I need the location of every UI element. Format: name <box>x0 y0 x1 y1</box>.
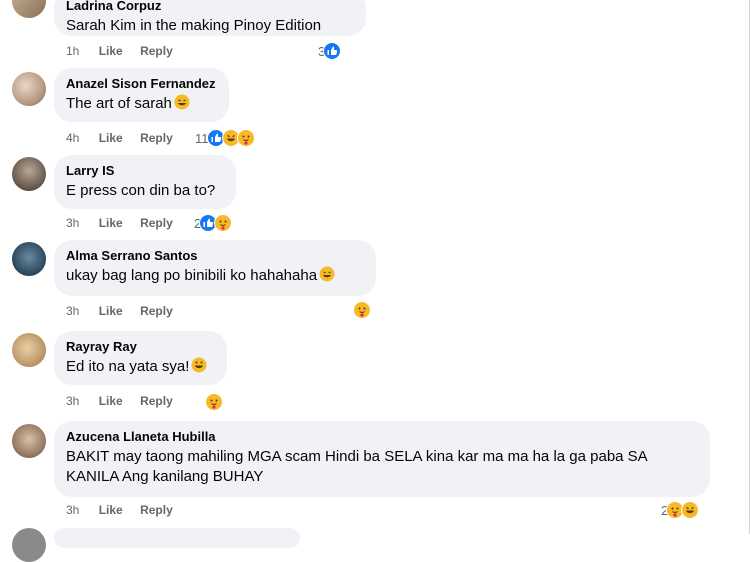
reaction-summary[interactable]: 11 <box>195 128 255 148</box>
comment-actions: 1h Like Reply <box>66 43 173 59</box>
comment-bubble: Rayray Ray Ed ito na yata sya! <box>54 331 227 385</box>
reply-button[interactable]: Reply <box>140 215 173 231</box>
reply-button[interactable]: Reply <box>140 303 173 319</box>
care-reaction-icon <box>236 129 255 147</box>
comment-author[interactable]: Anazel Sison Fernandez <box>66 76 217 92</box>
comment-timestamp[interactable]: 3h <box>66 303 79 319</box>
avatar[interactable] <box>12 242 46 276</box>
laughing-emoji-icon <box>319 266 335 288</box>
like-button[interactable]: Like <box>99 393 123 409</box>
avatar[interactable] <box>12 528 46 562</box>
comment-bubble: Larry IS E press con din ba to? <box>54 155 236 209</box>
comment-actions: 4h Like Reply <box>66 130 173 146</box>
like-button[interactable]: Like <box>99 215 123 231</box>
comment-author[interactable]: Azucena Llaneta Hubilla <box>66 429 698 445</box>
comment-text: ukay bag lang po binibili ko hahahaha <box>66 266 364 288</box>
comment-bubble <box>54 528 300 548</box>
like-button[interactable]: Like <box>99 130 123 146</box>
comment-bubble: Azucena Llaneta Hubilla BAKIT may taong … <box>54 421 710 497</box>
like-button[interactable]: Like <box>99 502 123 518</box>
avatar[interactable] <box>12 157 46 191</box>
comment-author[interactable]: Rayray Ray <box>66 339 215 355</box>
care-reaction-icon <box>353 301 371 319</box>
like-button[interactable]: Like <box>99 303 123 319</box>
like-reaction-icon <box>323 42 342 60</box>
comment-author[interactable]: Larry IS <box>66 163 224 179</box>
reply-button[interactable]: Reply <box>140 393 173 409</box>
reply-button[interactable]: Reply <box>140 130 173 146</box>
comment-bubble: Ladrina Corpuz Sarah Kim in the making P… <box>54 0 366 36</box>
comment-timestamp[interactable]: 3h <box>66 215 79 231</box>
reply-button[interactable]: Reply <box>140 43 173 59</box>
avatar[interactable] <box>12 72 46 106</box>
comment-timestamp[interactable]: 3h <box>66 502 79 518</box>
comment-timestamp[interactable]: 4h <box>66 130 79 146</box>
comment-text: Ed ito na yata sya! <box>66 357 215 379</box>
comment-author[interactable]: Alma Serrano Santos <box>66 248 364 264</box>
avatar[interactable] <box>12 333 46 367</box>
reply-button[interactable]: Reply <box>140 502 173 518</box>
comment-actions: 3h Like Reply <box>66 303 173 319</box>
comment-actions: 3h Like Reply <box>66 502 173 518</box>
comment-actions: 3h Like Reply <box>66 393 173 409</box>
comment-text: E press con din ba to? <box>66 182 216 199</box>
reaction-summary[interactable]: 3 <box>318 41 342 61</box>
comment-timestamp[interactable]: 3h <box>66 393 79 409</box>
avatar[interactable] <box>12 0 46 18</box>
comment-timestamp[interactable]: 1h <box>66 43 79 59</box>
reaction-summary[interactable]: 2 <box>194 213 233 233</box>
comment-text: The art of sarah <box>66 94 217 116</box>
comment-text: BAKIT may taong mahiling MGA scam Hindi … <box>66 448 647 485</box>
comment-text: Sarah Kim in the making Pinoy Edition <box>66 17 322 34</box>
comment-bubble: Alma Serrano Santos ukay bag lang po bin… <box>54 240 376 296</box>
laughing-emoji-icon <box>174 94 190 116</box>
care-reaction-icon <box>205 393 223 411</box>
like-button[interactable]: Like <box>99 43 123 59</box>
care-reaction-icon <box>214 214 233 232</box>
comment-author[interactable]: Ladrina Corpuz <box>66 0 354 14</box>
laughing-emoji-icon <box>191 357 207 379</box>
reaction-summary[interactable] <box>353 300 371 320</box>
reaction-summary[interactable]: 2 <box>661 500 700 520</box>
comment-actions: 3h Like Reply <box>66 215 173 231</box>
reaction-summary[interactable] <box>205 392 223 412</box>
haha-reaction-icon <box>681 501 700 519</box>
avatar[interactable] <box>12 424 46 458</box>
comment-bubble: Anazel Sison Fernandez The art of sarah <box>54 68 229 122</box>
